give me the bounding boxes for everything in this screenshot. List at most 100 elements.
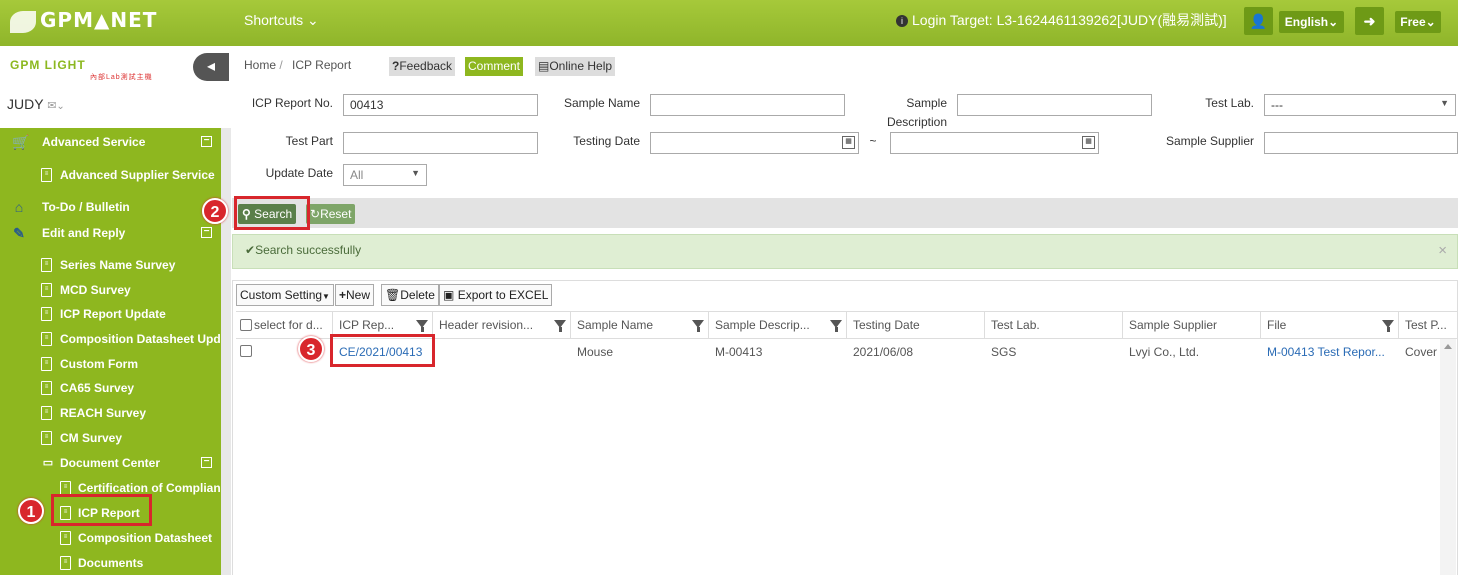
header-revision-cell — [433, 339, 571, 367]
sidebar-item-advanced-service[interactable]: 🛒 Advanced Service − — [0, 131, 221, 153]
sidebar-item-composition-datasheet-update[interactable]: ≡ Composition Datasheet Update — [0, 328, 221, 350]
test-part-cell: Cover — [1405, 345, 1438, 359]
column-sample-description[interactable]: Sample Descrip... — [709, 312, 847, 339]
refresh-icon: ↻ — [310, 207, 321, 221]
reset-button[interactable]: ↻Reset — [306, 204, 356, 224]
highlight-search-button — [234, 196, 310, 230]
sidebar-item-document-center[interactable]: ▭ Document Center − — [0, 452, 221, 474]
online-help-button[interactable]: ▤Online Help — [535, 57, 616, 76]
column-test-part[interactable]: Test P... — [1399, 312, 1458, 339]
calendar-icon[interactable]: ▦ — [1082, 136, 1095, 149]
custom-setting-button[interactable]: Custom Setting▼ — [236, 284, 334, 306]
sidebar-collapse-button[interactable]: ◂ — [193, 53, 229, 81]
collapse-toggle-icon[interactable]: − — [201, 136, 212, 147]
sidebar-item-advanced-supplier-service[interactable]: ≡ Advanced Supplier Service — [0, 164, 221, 186]
sidebar-item-edit-and-reply[interactable]: ✎ Edit and Reply − — [0, 222, 221, 244]
icp-report-no-label: ICP Report No. — [251, 96, 333, 110]
user-profile-button[interactable]: 👤 — [1244, 7, 1273, 35]
testing-date-from-input[interactable]: ▦ — [650, 132, 859, 154]
filter-icon[interactable] — [692, 320, 704, 332]
document-icon: ≡ — [41, 258, 52, 272]
sidebar-item-custom-form[interactable]: ≡ Custom Form — [0, 353, 221, 375]
document-icon: ≡ — [41, 406, 52, 420]
step-badge-3: 3 — [298, 336, 324, 362]
logout-button[interactable]: ➜ — [1355, 7, 1384, 35]
column-header-revision[interactable]: Header revision... — [433, 312, 571, 339]
update-date-select[interactable]: All ▼ — [343, 164, 427, 186]
document-icon: ≡ — [41, 381, 52, 395]
close-icon[interactable]: × — [1438, 236, 1447, 266]
sidebar-scrollbar[interactable] — [221, 128, 231, 575]
sidebar-item-composition-datasheet[interactable]: ≡ Composition Datasheet — [0, 527, 221, 549]
filter-icon[interactable] — [554, 320, 566, 332]
collapse-toggle-icon[interactable]: − — [201, 227, 212, 238]
success-message: ✔Search successfully × — [232, 234, 1458, 269]
breadcrumb-current: ICP Report — [292, 58, 352, 72]
row-checkbox[interactable] — [240, 345, 252, 357]
column-file[interactable]: File — [1261, 312, 1399, 339]
column-select[interactable]: select for d... — [236, 312, 333, 339]
sample-name-label: Sample Name — [563, 96, 640, 110]
highlight-icp-report-menu — [51, 494, 152, 526]
chevron-down-icon: ⌄ — [303, 12, 319, 28]
step-badge-1: 1 — [18, 498, 44, 524]
test-part-input[interactable] — [343, 132, 538, 154]
sample-description-input[interactable] — [957, 94, 1152, 116]
file-link[interactable]: M-00413 Test Repor... — [1267, 345, 1385, 359]
chevron-down-icon: ⌄ — [1425, 15, 1436, 29]
leaf-logo-icon — [10, 10, 36, 33]
column-sample-name[interactable]: Sample Name — [571, 312, 709, 339]
grid-scrollbar[interactable] — [1440, 339, 1456, 575]
icp-report-no-input[interactable]: 00413 — [343, 94, 538, 116]
document-icon: ≡ — [41, 431, 52, 445]
sidebar-item-series-name-survey[interactable]: ≡ Series Name Survey — [0, 254, 221, 276]
user-menu[interactable]: JUDY ✉⌄ — [7, 96, 65, 112]
sample-description-label-2: Description — [886, 115, 947, 129]
caret-down-icon: ▼ — [411, 168, 420, 178]
document-icon: ≡ — [60, 556, 71, 570]
file-cell: M-00413 Test Repor... — [1261, 339, 1399, 367]
filter-icon[interactable] — [1382, 320, 1394, 332]
column-sample-supplier[interactable]: Sample Supplier — [1123, 312, 1261, 339]
sidebar-item-reach-survey[interactable]: ≡ REACH Survey — [0, 402, 221, 424]
date-range-separator: ~ — [869, 134, 877, 148]
filter-icon[interactable] — [416, 320, 428, 332]
export-excel-button[interactable]: ▣ Export to EXCEL — [439, 284, 553, 306]
test-lab-select[interactable]: --- ▼ — [1264, 94, 1456, 116]
column-test-lab[interactable]: Test Lab. — [985, 312, 1123, 339]
new-button[interactable]: +New — [335, 284, 375, 306]
sample-supplier-input[interactable] — [1264, 132, 1458, 154]
sidebar-item-documents[interactable]: ≡ Documents — [0, 552, 221, 574]
delete-button[interactable]: 🗑Delete — [381, 284, 439, 306]
column-testing-date[interactable]: Testing Date — [847, 312, 985, 339]
test-lab-cell: SGS — [991, 345, 1017, 359]
caret-down-icon: ▼ — [322, 292, 330, 301]
check-icon: ✔ — [245, 243, 256, 257]
testing-date-to-input[interactable]: ▦ — [890, 132, 1099, 154]
breadcrumb: Home / ICP Report — [244, 58, 352, 72]
gpmnet-logo[interactable]: GPM▲NET — [10, 8, 157, 33]
sample-name-input[interactable] — [650, 94, 845, 116]
select-all-checkbox[interactable] — [240, 319, 252, 331]
plan-select[interactable]: Free ⌄ — [1395, 11, 1441, 33]
sidebar-item-cm-survey[interactable]: ≡ CM Survey — [0, 427, 221, 449]
sidebar-item-icp-report-update[interactable]: ≡ ICP Report Update — [0, 303, 221, 325]
feedback-button[interactable]: ?Feedback — [389, 57, 456, 76]
testing-date-cell: 2021/06/08 — [853, 345, 914, 359]
sidebar-item-mcd-survey[interactable]: ≡ MCD Survey — [0, 279, 221, 301]
comment-button[interactable]: Comment — [465, 57, 524, 76]
calendar-icon[interactable]: ▦ — [842, 136, 855, 149]
collapse-toggle-icon[interactable]: − — [201, 457, 212, 468]
filter-icon[interactable] — [830, 320, 842, 332]
language-select[interactable]: English ⌄ — [1279, 11, 1344, 33]
document-icon: ≡ — [41, 283, 52, 297]
breadcrumb-home[interactable]: Home — [244, 58, 276, 72]
shortcuts-menu[interactable]: Shortcuts ⌄ — [244, 12, 319, 29]
sample-supplier-cell: Lvyi Co., Ltd. — [1129, 345, 1200, 359]
arrow-left-icon: ◂ — [206, 58, 216, 75]
scroll-up-icon[interactable] — [1444, 344, 1452, 349]
document-icon: ≡ — [41, 307, 52, 321]
sidebar-item-ca65-survey[interactable]: ≡ CA65 Survey — [0, 377, 221, 399]
edit-icon: ✎ — [13, 225, 25, 241]
sidebar-item-to-do-bulletin[interactable]: ⌂ To-Do / Bulletin — [0, 196, 221, 218]
